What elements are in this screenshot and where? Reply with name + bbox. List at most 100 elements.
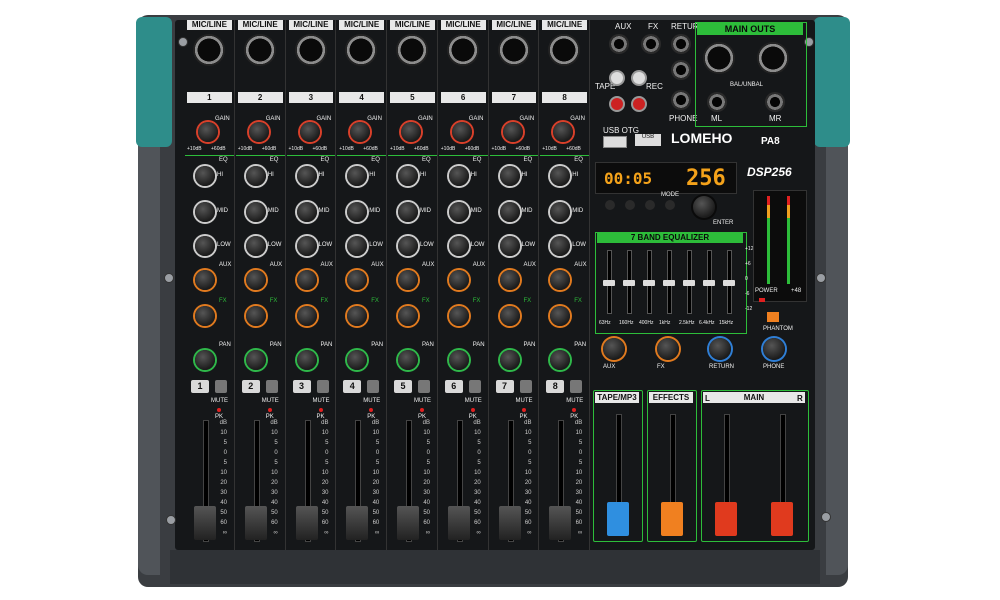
eq-mid-knob[interactable]	[448, 202, 469, 222]
input-label[interactable]: MIC/LINE	[542, 20, 587, 30]
aux-send-knob[interactable]	[448, 270, 469, 290]
gain-knob[interactable]	[299, 122, 320, 142]
channel-select-button[interactable]: 7	[495, 380, 514, 393]
aux-send-knob[interactable]	[245, 270, 266, 290]
eq-hi-knob[interactable]	[245, 166, 266, 186]
combo-input-jack[interactable]	[243, 34, 276, 66]
combo-input-jack[interactable]	[345, 34, 378, 66]
eq-band-slider[interactable]	[603, 280, 615, 286]
fx-send-knob[interactable]	[398, 306, 418, 326]
bus-tape-fader-1[interactable]	[607, 502, 629, 536]
eq-hi-knob[interactable]	[347, 166, 368, 186]
eq-band-slider[interactable]	[723, 280, 735, 286]
fx-output-jack[interactable]	[641, 34, 661, 54]
gain-knob[interactable]	[198, 122, 218, 142]
aux-send-knob[interactable]	[296, 270, 317, 290]
input-label[interactable]: MIC/LINE	[339, 20, 384, 30]
channel-select-button[interactable]: 1	[191, 380, 209, 393]
fx-send-knob[interactable]	[499, 306, 520, 326]
eq-band-slider[interactable]	[663, 280, 675, 286]
mode-button[interactable]	[665, 200, 675, 210]
mute-button[interactable]	[519, 380, 532, 393]
eq-band-slider[interactable]	[683, 280, 695, 286]
eq-mid-knob[interactable]	[550, 202, 571, 222]
mute-button[interactable]	[570, 380, 583, 393]
input-label[interactable]: MIC/LINE	[288, 20, 334, 30]
gain-knob[interactable]	[553, 122, 574, 142]
fx-send-knob[interactable]	[550, 306, 571, 326]
gain-knob[interactable]	[350, 122, 371, 142]
aux-send-knob[interactable]	[499, 270, 520, 290]
pan-knob[interactable]	[195, 350, 215, 370]
mute-button[interactable]	[367, 380, 380, 393]
gain-knob[interactable]	[401, 122, 421, 142]
mr-jack[interactable]	[765, 92, 785, 112]
next-button[interactable]	[625, 200, 635, 210]
phantom-switch[interactable]	[767, 312, 779, 322]
aux-send-knob[interactable]	[347, 270, 368, 290]
master-fx-knob[interactable]	[657, 338, 679, 360]
eq-mid-knob[interactable]	[499, 202, 520, 222]
eq-low-knob[interactable]	[499, 236, 520, 256]
main-out-xlr-right[interactable]	[757, 42, 789, 74]
combo-input-jack[interactable]	[294, 34, 327, 66]
pan-knob[interactable]	[550, 350, 571, 370]
eq-low-knob[interactable]	[448, 236, 469, 256]
pan-knob[interactable]	[448, 350, 469, 370]
mute-button[interactable]	[468, 380, 481, 393]
usb-port[interactable]	[603, 136, 627, 148]
ml-jack[interactable]	[707, 92, 727, 112]
combo-input-jack[interactable]	[193, 34, 225, 66]
tape-rca-right[interactable]	[609, 96, 625, 112]
mute-button[interactable]	[316, 380, 329, 393]
master-phone-knob[interactable]	[763, 338, 785, 360]
gain-knob[interactable]	[451, 122, 472, 142]
aux-send-knob[interactable]	[195, 270, 215, 290]
channel-select-button[interactable]: 4	[343, 380, 362, 393]
eq-mid-knob[interactable]	[398, 202, 418, 222]
eq-band-slider[interactable]	[623, 280, 635, 286]
channel-select-button[interactable]: 6	[444, 380, 463, 393]
channel-select-button[interactable]: 2	[241, 380, 260, 393]
rec-rca-right[interactable]	[631, 96, 647, 112]
eq-mid-knob[interactable]	[195, 202, 215, 222]
input-label[interactable]: MIC/LINE	[440, 20, 486, 30]
return-jack-1[interactable]	[671, 34, 691, 54]
combo-input-jack[interactable]	[446, 34, 479, 66]
mute-button[interactable]	[265, 380, 278, 393]
eq-low-knob[interactable]	[347, 236, 368, 256]
main-out-xlr-left[interactable]	[703, 42, 735, 74]
eq-low-knob[interactable]	[550, 236, 571, 256]
fx-send-knob[interactable]	[245, 306, 266, 326]
eq-band-slider[interactable]	[703, 280, 715, 286]
eq-hi-knob[interactable]	[499, 166, 520, 186]
combo-input-jack[interactable]	[548, 34, 581, 66]
fx-send-knob[interactable]	[296, 306, 317, 326]
eq-mid-knob[interactable]	[245, 202, 266, 222]
return-jack-2[interactable]	[671, 60, 691, 80]
aux-send-knob[interactable]	[550, 270, 571, 290]
eq-low-knob[interactable]	[398, 236, 418, 256]
aux-output-jack[interactable]	[609, 34, 629, 54]
channel-select-button[interactable]: 3	[292, 380, 311, 393]
master-aux-knob[interactable]	[603, 338, 625, 360]
input-label[interactable]: MIC/LINE	[187, 20, 232, 30]
aux-send-knob[interactable]	[398, 270, 418, 290]
eq-hi-knob[interactable]	[448, 166, 469, 186]
pan-knob[interactable]	[347, 350, 368, 370]
eq-hi-knob[interactable]	[195, 166, 215, 186]
fx-send-knob[interactable]	[347, 306, 368, 326]
bus-effects-fader-1[interactable]	[661, 502, 683, 536]
gain-knob[interactable]	[502, 122, 523, 142]
eq-hi-knob[interactable]	[550, 166, 571, 186]
eq-low-knob[interactable]	[195, 236, 215, 256]
rec-rca-left[interactable]	[631, 70, 647, 86]
tape-rca-left[interactable]	[609, 70, 625, 86]
eq-mid-knob[interactable]	[296, 202, 317, 222]
eq-low-knob[interactable]	[245, 236, 266, 256]
mute-button[interactable]	[215, 380, 227, 393]
channel-select-button[interactable]: 5	[394, 380, 412, 393]
combo-input-jack[interactable]	[396, 34, 428, 66]
eq-hi-knob[interactable]	[398, 166, 418, 186]
eq-hi-knob[interactable]	[296, 166, 317, 186]
